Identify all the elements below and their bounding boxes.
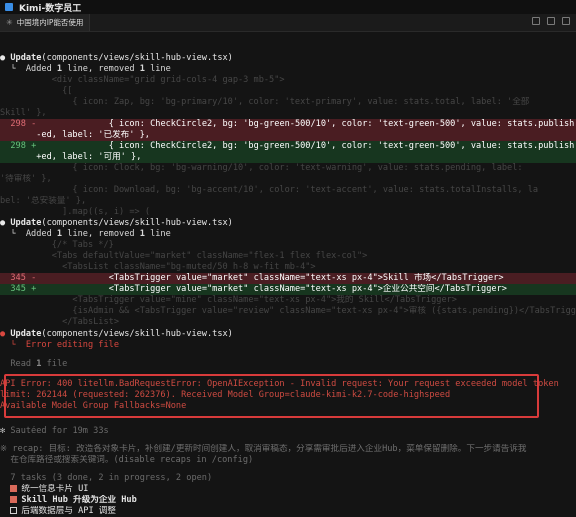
read-status: Read 1 file [10,359,68,369]
diff-removed-line-wrap: -ed, label: '已发布' }, [0,130,576,141]
diff-added-line: 345 + <TabsTrigger value="market" classN… [0,284,576,295]
api-error-line: Available Model Group Fallbacks=None [0,401,187,411]
task-done-icon [10,485,18,492]
update-summary-1: └ Added 1 line, removed 1 line [0,64,171,74]
close-icon[interactable]: ✳ [6,18,13,27]
tab-label: 中国境内IP能否使用 [16,18,84,27]
task-item[interactable]: Skill Hub 升级为企业 Hub [0,495,576,506]
diff-context-line: <TabsList className="bg-muted/50 h-8 w-f… [0,262,316,272]
diff-context-line: <TabsTrigger value="mine" className="tex… [0,295,457,305]
update-command-1: ● Update(components/views/skill-hub-view… [0,53,233,63]
sauteed-timer: ✻ Sautéed for 19m 33s [0,426,109,436]
diff-removed-line: 298 - { icon: CheckCircle2, bg: 'bg-gree… [0,119,576,130]
diff-context-line: Skill' }, [0,108,47,118]
diff-context-line: { icon: Zap, bg: 'bg-primary/10', color:… [0,97,530,107]
title-bar: Kimi-数字员工 [0,0,576,14]
edit-error-message: └ Error editing file [0,340,120,350]
update-command-3: ● Update(components/views/skill-hub-view… [0,329,233,339]
diff-added-line-wrap: +ed, label: '可用' }, [0,152,576,163]
diff-context-line: '待审核' }, [0,174,52,184]
diff-context-line: <div className="grid grid-cols-4 gap-3 m… [0,75,285,85]
tab-bar: ✳ 中国境内IP能否使用 [0,14,576,32]
task-item[interactable]: 统一信息卡片 UI [0,484,576,495]
diff-context-line: { icon: Download, bg: 'bg-accent/10', co… [0,185,539,195]
diff-context-line: {isAdmin && <TabsTrigger value="review" … [0,306,576,316]
diff-context-line: </TabsList> [0,317,119,327]
task-item[interactable]: 后端数据层与 API 调整 [0,506,576,517]
window-title: Kimi-数字员工 [19,3,82,14]
diff-context-line: <Tabs defaultValue="market" className="f… [0,251,368,261]
recap-line: 在仓库路径或搜索关键词。(disable recaps in /config) [0,455,254,465]
update-command-2: ● Update(components/views/skill-hub-view… [0,218,233,228]
terminal-output: ● Update(components/views/skill-hub-view… [0,33,576,516]
diff-context-line: { icon: Clock, bg: 'bg-warning/10', colo… [0,163,523,173]
api-error-line: limit: 262144 (requested: 262376). Recei… [0,390,451,400]
more-icon[interactable] [562,17,570,25]
diff-context-line: ].map((s, i) => ( [0,207,151,217]
api-error-line: API Error: 400 litellm.BadRequestError: … [0,379,559,389]
tab-actions [532,17,570,25]
split-editor-icon[interactable] [532,17,540,25]
diff-context-line: {/* Tabs */} [0,240,114,250]
update-summary-2: └ Added 1 line, removed 1 line [0,229,171,239]
tab-active[interactable]: ✳ 中国境内IP能否使用 [0,14,91,31]
app-icon [5,3,13,11]
recap-line: ※ recap: 目标: 改造各对象卡片，补创建/更新时间创建人，取消审稿态，分… [0,444,527,454]
diff-context-line: {[ [0,86,73,96]
diff-context-line: bel: '总安装量' }, [0,196,87,206]
task-done-icon [10,496,18,503]
diff-removed-line: 345 - <TabsTrigger value="market" classN… [0,273,576,284]
layout-icon[interactable] [547,17,555,25]
task-summary: 7 tasks (3 done, 2 in progress, 2 open) [10,473,213,483]
diff-added-line: 298 + { icon: CheckCircle2, bg: 'bg-gree… [0,141,576,152]
